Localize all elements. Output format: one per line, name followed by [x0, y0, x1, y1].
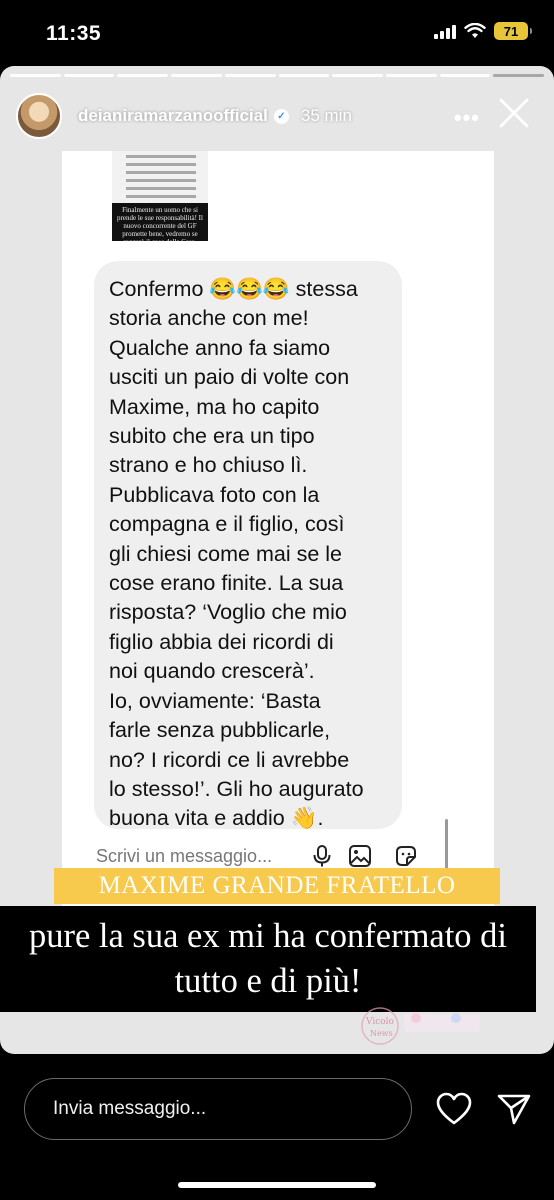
wifi-icon: [464, 23, 486, 38]
reply-input[interactable]: Invia messaggio...: [24, 1078, 412, 1140]
home-indicator: [178, 1182, 376, 1188]
shared-screenshot: Finalmente un uomo che si prende le sue …: [62, 151, 494, 911]
battery-level: 71: [503, 23, 519, 39]
status-bar: 11:35 71: [0, 0, 554, 66]
avatar[interactable]: [16, 93, 62, 139]
heart-icon[interactable]: [436, 1092, 472, 1126]
story-caption-text: pure la sua ex mi ha confermato di tutto…: [0, 906, 536, 1012]
sticker-icon: [396, 846, 416, 866]
thumbnail-caption: Finalmente un uomo che si prende le sue …: [112, 203, 208, 241]
more-icon[interactable]: •••: [454, 105, 480, 131]
story-header: deianiramarzanoofficial ✓ 35 min •••: [16, 91, 542, 141]
message-bubble: Confermo 😂😂😂 stessa storia anche con me!…: [94, 261, 402, 830]
story-viewer[interactable]: deianiramarzanoofficial ✓ 35 min ••• Fin…: [0, 66, 554, 1054]
story-caption-headline: MAXIME GRANDE FRATELLO: [54, 868, 500, 904]
send-icon[interactable]: [496, 1092, 532, 1126]
story-username[interactable]: deianiramarzanoofficial: [78, 106, 268, 126]
story-timestamp: 35 min: [300, 106, 352, 125]
status-icons: 71: [434, 22, 532, 40]
microphone-icon: [313, 845, 331, 867]
reply-placeholder: Invia messaggio...: [53, 1098, 207, 1119]
composer-placeholder: Scrivi un messaggio...: [96, 845, 273, 866]
verified-icon: ✓: [273, 108, 289, 124]
battery-icon: 71: [494, 22, 532, 40]
watermark-logo: Vicolo News: [361, 1007, 480, 1045]
image-icon: [349, 845, 371, 867]
close-icon[interactable]: [494, 93, 534, 133]
signal-icon: [434, 24, 456, 39]
status-time: 11:35: [46, 22, 102, 45]
quoted-image-thumbnail: Finalmente un uomo che si prende le sue …: [112, 151, 208, 241]
reply-bar: Invia messaggio...: [0, 1054, 554, 1200]
svg-text:News: News: [370, 1029, 393, 1038]
message-text: Confermo 😂😂😂 stessa storia anche con me!…: [109, 277, 364, 831]
svg-text:Vicolo: Vicolo: [365, 1017, 394, 1027]
story-progress: [10, 74, 545, 77]
